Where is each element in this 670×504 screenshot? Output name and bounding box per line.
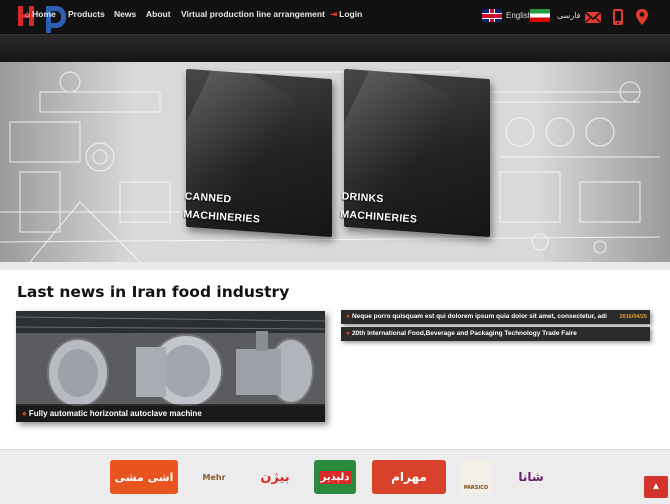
brand-logo-6[interactable]: PARSICO bbox=[460, 460, 492, 494]
nav-login-label: Login bbox=[339, 9, 363, 19]
nav-about[interactable]: About bbox=[146, 9, 171, 19]
language-farsi[interactable]: فارسی bbox=[530, 9, 581, 22]
canned-machineries-label: CANNED MACHINERIES bbox=[183, 187, 262, 228]
phone-icon[interactable] bbox=[609, 8, 627, 26]
brand-label: Mehr bbox=[202, 472, 226, 482]
language-english-label: English bbox=[506, 11, 533, 20]
arrow-up-icon: ▲ bbox=[651, 481, 661, 492]
brand-label: شانا bbox=[518, 470, 544, 484]
language-english[interactable]: English bbox=[482, 9, 532, 22]
news-item[interactable]: ● 20th International Food,Beverage and Pa… bbox=[341, 327, 650, 341]
nav-news-label: News bbox=[114, 9, 137, 19]
brand-label: دلپذیر bbox=[318, 470, 352, 484]
home-icon: ⌂ bbox=[25, 9, 31, 19]
nav-products-label: Products bbox=[68, 9, 105, 19]
news-item-text: 20th International Food,Beverage and Pac… bbox=[351, 330, 577, 337]
news-item-date: 2016/04/25 bbox=[615, 310, 650, 324]
nav-virtual-production-line-label: Virtual production line arrangement bbox=[181, 9, 325, 19]
main-nav bbox=[0, 34, 670, 62]
brand-label: PARSICO bbox=[463, 485, 489, 491]
brand-logo-5[interactable]: مهرام bbox=[372, 460, 446, 494]
language-farsi-label: فارسی bbox=[557, 11, 581, 20]
featured-news-image[interactable]: ● Fully automatic horizontal autoclave ma… bbox=[16, 311, 325, 422]
uk-flag-icon bbox=[482, 9, 502, 22]
nav-news[interactable]: News bbox=[114, 9, 136, 19]
featured-news-caption-text: Fully automatic horizontal autoclave mac… bbox=[28, 409, 202, 418]
nav-about-label: About bbox=[146, 9, 171, 19]
brand-label: مهرام bbox=[391, 470, 427, 484]
news-section-title: Last news in Iran food industry bbox=[17, 283, 290, 301]
brand-logo-7[interactable]: شانا bbox=[506, 460, 556, 494]
drinks-machineries-label: DRINKS MACHINERIES bbox=[340, 187, 419, 228]
nav-home[interactable]: ⌂ Home bbox=[25, 9, 56, 19]
globe-icon: ● bbox=[22, 409, 27, 418]
brand-label: بیژن bbox=[260, 469, 290, 485]
nav-products[interactable]: Products bbox=[68, 9, 105, 19]
brand-label: اشی مشی bbox=[114, 470, 174, 484]
nav-virtual-production-line[interactable]: Virtual production line arrangement bbox=[181, 9, 325, 19]
featured-news-caption: ● Fully automatic horizontal autoclave ma… bbox=[16, 404, 325, 422]
mail-icon[interactable] bbox=[584, 8, 602, 26]
brand-logo-3[interactable]: بیژن bbox=[254, 460, 296, 494]
hero-bottom-strip bbox=[0, 262, 670, 270]
map-pin-icon[interactable] bbox=[633, 8, 651, 26]
brand-logo-1[interactable]: اشی مشی bbox=[110, 460, 178, 494]
globe-icon: ● bbox=[346, 313, 350, 320]
brand-logo-2[interactable]: Mehr bbox=[190, 460, 238, 494]
iran-flag-icon bbox=[530, 9, 550, 22]
news-item[interactable]: ● Neque porro quisquam est qui dolorem ip… bbox=[341, 310, 650, 324]
nav-login[interactable]: ⇥ Login bbox=[330, 9, 362, 20]
blueprint-background bbox=[0, 62, 670, 270]
brand-logo-4[interactable]: دلپذیر bbox=[314, 460, 356, 494]
news-item-text: Neque porro quisquam est qui dolorem ips… bbox=[351, 313, 607, 320]
globe-icon: ● bbox=[346, 330, 350, 337]
scroll-to-top-button[interactable]: ▲ bbox=[644, 476, 668, 498]
hero-banner: CANNED MACHINERIES DRINKS MACHINERIES bbox=[0, 62, 670, 270]
login-icon: ⇥ bbox=[330, 9, 338, 19]
nav-home-label: Home bbox=[32, 9, 56, 19]
